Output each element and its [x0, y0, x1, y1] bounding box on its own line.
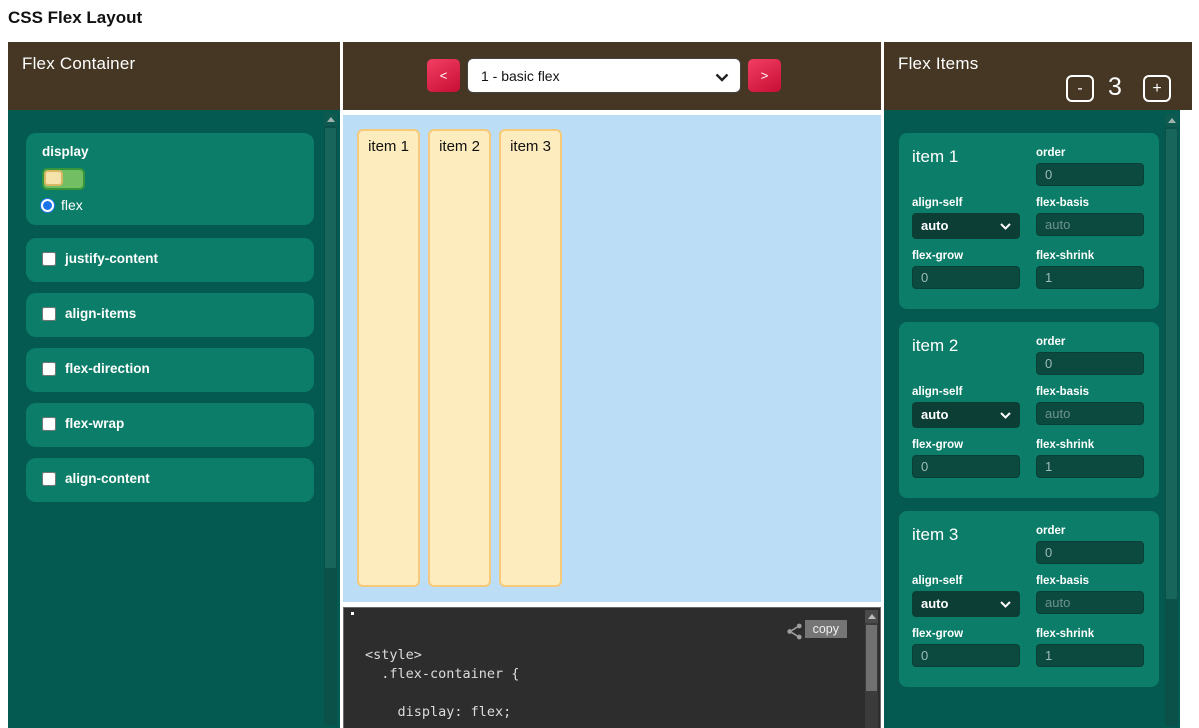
scrollbar-thumb[interactable] — [325, 128, 336, 568]
flex-shrink-label: flex-shrink — [1036, 250, 1144, 262]
example-select[interactable]: 1 - basic flex — [467, 58, 741, 93]
flex-grow-label: flex-grow — [912, 628, 1020, 640]
align-self-value: auto — [921, 407, 948, 422]
order-label: order — [1036, 525, 1144, 537]
flex-items-body: item 1 order align-self auto flex-basis — [884, 110, 1180, 728]
chevron-down-icon — [1000, 223, 1011, 230]
scroll-up-icon[interactable] — [324, 113, 337, 126]
item-count: 3 — [1108, 73, 1122, 102]
item-card-title: item 3 — [912, 525, 958, 544]
prev-example-button[interactable]: < — [427, 59, 460, 92]
align-self-label: align-self — [912, 386, 1020, 398]
add-item-button[interactable]: + — [1143, 75, 1171, 102]
flex-grow-input[interactable] — [912, 266, 1020, 289]
container-panel-scrollbar[interactable] — [324, 113, 337, 725]
flex-container-title: Flex Container — [22, 54, 135, 74]
align-items-label: align-items — [65, 306, 136, 321]
property-card-align-content: align-content — [26, 458, 314, 502]
order-input[interactable] — [1036, 352, 1144, 375]
flex-grow-label: flex-grow — [912, 439, 1020, 451]
item-card-title: item 1 — [912, 147, 958, 166]
flex-shrink-input[interactable] — [1036, 644, 1144, 667]
flex-shrink-input[interactable] — [1036, 266, 1144, 289]
property-card-flex-direction: flex-direction — [26, 348, 314, 392]
flex-items-header: Flex Items - 3 + — [884, 42, 1192, 110]
chevron-down-icon — [1000, 601, 1011, 608]
scrollbar-thumb[interactable] — [866, 625, 877, 691]
flex-basis-label: flex-basis — [1036, 386, 1144, 398]
order-label: order — [1036, 336, 1144, 348]
display-card: display flex — [26, 133, 314, 225]
example-select-value: 1 - basic flex — [481, 68, 560, 84]
justify-content-checkbox[interactable] — [42, 252, 56, 266]
flex-direction-label: flex-direction — [65, 361, 150, 376]
order-label: order — [1036, 147, 1144, 159]
flex-container-body: display flex justify-content align-items — [8, 110, 340, 728]
display-toggle[interactable] — [42, 168, 85, 190]
order-input[interactable] — [1036, 541, 1144, 564]
display-flex-radio[interactable] — [40, 198, 55, 213]
align-content-label: align-content — [65, 471, 150, 486]
chevron-down-icon — [1000, 412, 1011, 419]
flex-basis-label: flex-basis — [1036, 197, 1144, 209]
flex-basis-input[interactable] — [1036, 402, 1144, 425]
preview-flex-item: item 3 — [499, 129, 562, 587]
flex-preview-container: item 1 item 2 item 3 — [343, 115, 881, 602]
flex-shrink-input[interactable] — [1036, 455, 1144, 478]
flex-wrap-label: flex-wrap — [65, 416, 124, 431]
toggle-knob-icon — [44, 170, 63, 186]
item-2-card: item 2 order align-self auto flex-basis — [899, 322, 1159, 498]
flex-wrap-checkbox[interactable] — [42, 417, 56, 431]
flex-grow-input[interactable] — [912, 644, 1020, 667]
code-panel: <style> .flex-container { display: flex;… — [343, 607, 881, 728]
code-bullet-icon — [351, 612, 354, 615]
flex-shrink-label: flex-shrink — [1036, 628, 1144, 640]
align-self-label: align-self — [912, 197, 1020, 209]
flex-grow-label: flex-grow — [912, 250, 1020, 262]
chevron-down-icon — [715, 73, 729, 82]
code-scrollbar[interactable] — [865, 610, 878, 728]
next-example-button[interactable]: > — [748, 59, 781, 92]
align-content-checkbox[interactable] — [42, 472, 56, 486]
align-self-select[interactable]: auto — [912, 213, 1020, 239]
item-3-card: item 3 order align-self auto flex-basis — [899, 511, 1159, 687]
justify-content-label: justify-content — [65, 251, 158, 266]
app-root: CSS Flex Layout Flex Container display f… — [0, 0, 1199, 728]
align-self-select[interactable]: auto — [912, 591, 1020, 617]
display-flex-radio-label: flex — [61, 197, 83, 213]
flex-basis-input[interactable] — [1036, 213, 1144, 236]
flex-shrink-label: flex-shrink — [1036, 439, 1144, 451]
item-1-card: item 1 order align-self auto flex-basis — [899, 133, 1159, 309]
align-self-select[interactable]: auto — [912, 402, 1020, 428]
property-card-justify-content: justify-content — [26, 238, 314, 282]
flex-items-title: Flex Items — [898, 54, 978, 74]
flex-basis-label: flex-basis — [1036, 575, 1144, 587]
scroll-up-icon[interactable] — [1165, 114, 1178, 127]
scrollbar-thumb[interactable] — [1166, 129, 1177, 599]
remove-item-button[interactable]: - — [1066, 75, 1094, 102]
preview-header: < 1 - basic flex > — [343, 42, 881, 110]
preview-flex-item: item 1 — [357, 129, 420, 587]
preview-flex-item: item 2 — [428, 129, 491, 587]
align-self-value: auto — [921, 218, 948, 233]
property-card-align-items: align-items — [26, 293, 314, 337]
flex-direction-checkbox[interactable] — [42, 362, 56, 376]
order-input[interactable] — [1036, 163, 1144, 186]
items-panel-scrollbar[interactable] — [1165, 114, 1178, 726]
flex-container-header: Flex Container — [8, 42, 340, 110]
flex-basis-input[interactable] — [1036, 591, 1144, 614]
display-label: display — [42, 144, 89, 159]
align-self-label: align-self — [912, 575, 1020, 587]
copy-button[interactable]: copy — [805, 620, 847, 638]
item-card-title: item 2 — [912, 336, 958, 355]
align-self-value: auto — [921, 596, 948, 611]
code-text: <style> .flex-container { display: flex; — [365, 646, 519, 722]
flex-grow-input[interactable] — [912, 455, 1020, 478]
align-items-checkbox[interactable] — [42, 307, 56, 321]
page-title: CSS Flex Layout — [8, 8, 142, 28]
property-card-flex-wrap: flex-wrap — [26, 403, 314, 447]
scroll-up-icon[interactable] — [865, 610, 878, 623]
share-icon[interactable] — [785, 622, 804, 641]
